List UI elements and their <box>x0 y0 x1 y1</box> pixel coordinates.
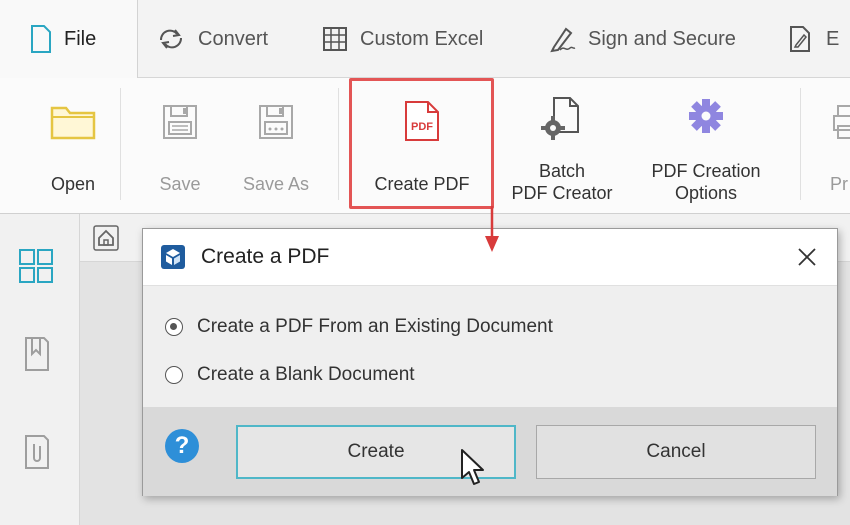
dialog-title: Create a PDF <box>201 245 330 268</box>
close-button[interactable] <box>791 241 823 273</box>
save-as-label: Save As <box>242 174 310 194</box>
cancel-button[interactable]: Cancel <box>536 425 816 479</box>
edit-icon <box>788 25 814 53</box>
attachment-icon[interactable] <box>18 432 54 477</box>
tab-label: File <box>64 27 97 50</box>
open-label: Open <box>50 174 96 194</box>
tab-convert[interactable]: Convert <box>156 0 268 78</box>
table-icon <box>322 26 348 52</box>
save-as-button[interactable]: Save As <box>226 78 326 214</box>
close-icon <box>798 248 816 266</box>
tab-custom-excel[interactable]: Custom Excel <box>322 0 483 78</box>
dialog-options: Create a PDF From an Existing Document C… <box>143 285 837 407</box>
ribbon-separator <box>338 88 339 200</box>
pdf-creation-options-button[interactable]: PDF Creation Options <box>636 78 776 214</box>
batch-label-line2: PDF Creator <box>511 183 613 203</box>
options-label-line1: PDF Creation <box>651 161 761 181</box>
dialog-footer: ? Create Cancel <box>143 407 837 496</box>
folder-icon <box>50 104 96 145</box>
option-existing-document[interactable]: Create a PDF From an Existing Document <box>165 316 553 338</box>
radio-existing-document[interactable] <box>165 318 183 336</box>
batch-creator-icon <box>538 92 586 147</box>
tab-bar: File Convert Custom Excel Sign and Secur… <box>0 0 850 78</box>
ribbon-separator <box>800 88 801 200</box>
save-icon <box>162 104 198 145</box>
open-button[interactable]: Open <box>38 78 108 214</box>
option-blank-document[interactable]: Create a Blank Document <box>165 364 415 386</box>
tab-edit[interactable]: E <box>788 0 839 78</box>
tab-label: E <box>826 27 840 50</box>
option-blank-label: Create a Blank Document <box>197 364 415 385</box>
signature-icon <box>546 25 576 53</box>
save-button[interactable]: Save <box>145 78 215 214</box>
left-sidebar <box>0 214 80 525</box>
option-existing-label: Create a PDF From an Existing Document <box>197 316 553 337</box>
help-icon[interactable]: ? <box>165 429 199 463</box>
print-label: Pr <box>830 174 848 194</box>
print-button[interactable]: Pr <box>812 78 850 214</box>
options-label-line2: Options <box>674 183 738 203</box>
mouse-cursor-icon <box>461 449 484 485</box>
convert-icon <box>156 27 186 51</box>
save-label: Save <box>159 174 201 194</box>
tab-label: Sign and Secure <box>588 27 736 50</box>
thumbnails-icon[interactable] <box>18 248 54 289</box>
ribbon-separator <box>120 88 121 200</box>
gear-icon <box>686 96 726 141</box>
file-icon <box>30 24 52 54</box>
tab-sign-and-secure[interactable]: Sign and Secure <box>546 0 736 78</box>
batch-label-line1: Batch <box>538 161 586 181</box>
app-logo-icon <box>161 245 185 274</box>
batch-pdf-creator-button[interactable]: Batch PDF Creator <box>497 78 627 214</box>
print-icon <box>832 104 850 145</box>
create-pdf-highlight-box <box>349 78 494 209</box>
tab-label: Convert <box>198 27 269 50</box>
create-pdf-dialog: Create a PDF Create a PDF From an Existi… <box>142 228 838 496</box>
home-icon[interactable] <box>92 224 120 257</box>
radio-blank-document[interactable] <box>165 366 183 384</box>
dialog-title-bar: Create a PDF <box>143 229 837 285</box>
tab-label: Custom Excel <box>360 27 484 50</box>
tab-file[interactable]: File <box>0 0 138 78</box>
save-as-icon <box>258 104 294 145</box>
bookmark-icon[interactable] <box>18 334 54 379</box>
